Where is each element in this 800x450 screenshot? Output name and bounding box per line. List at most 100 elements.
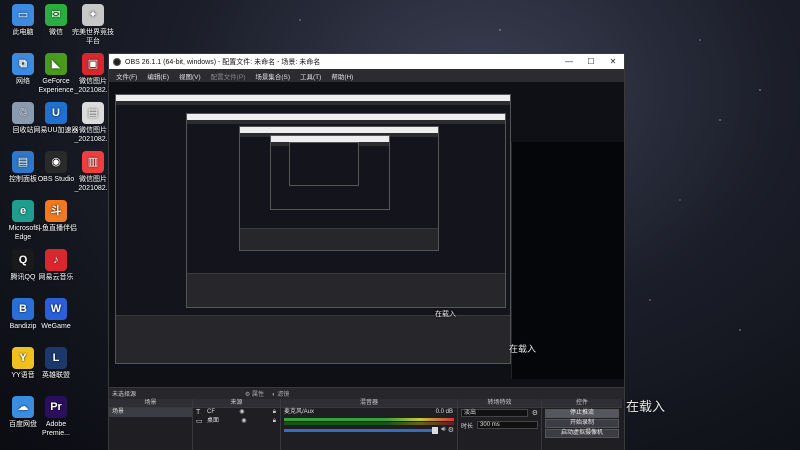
display-source-icon: ▭ <box>196 418 203 425</box>
app-icon: ▭ <box>12 4 34 26</box>
nested-capture-2 <box>186 113 506 308</box>
app-icon: B <box>12 298 34 320</box>
speaker-icon[interactable]: 🔊︎ <box>441 426 445 434</box>
mixer-header: 混音器 <box>281 399 457 408</box>
nested-capture-1 <box>115 94 511 364</box>
app-icon: L <box>45 347 67 369</box>
menu-profile[interactable]: 配置文件(P) <box>206 71 251 81</box>
mixer-settings-gear-icon[interactable]: ⚙ <box>448 426 454 434</box>
nested-capture-4 <box>270 135 390 210</box>
app-icon: ◉ <box>45 151 67 173</box>
lock-icon[interactable]: 🔒︎ <box>273 417 276 426</box>
minimize-button[interactable]: — <box>558 57 580 66</box>
source-toolbar: 未选择源 ⚙ 属性 ◐ 滤镜 <box>109 387 624 399</box>
app-icon: Y <box>12 347 34 369</box>
audio-meter <box>284 422 454 425</box>
obs-titlebar[interactable]: OBS 26.1.1 (64-bit, windows) - 配置文件: 未命名… <box>109 54 624 69</box>
maximize-button[interactable]: ☐ <box>580 57 602 66</box>
loading-text-1: 在载入 <box>626 399 666 414</box>
menu-file[interactable]: 文件(F) <box>111 71 142 81</box>
desktop-icon[interactable]: L 英雄联盟 <box>33 347 79 380</box>
controls-dock: 控件 停止推流 开始录制 启动虚拟摄像机 <box>542 399 622 450</box>
scene-item[interactable]: 场景 <box>109 408 192 417</box>
visibility-eye-icon[interactable]: ◉ <box>241 417 246 426</box>
desktop-icon[interactable]: ♪ 网易云音乐 <box>33 249 79 282</box>
menu-view[interactable]: 视图(V) <box>174 71 206 81</box>
filters-button[interactable]: ◐ 滤镜 <box>272 389 289 398</box>
nested-capture-3 <box>239 126 439 251</box>
app-icon: ◣ <box>45 53 67 75</box>
desktop-icon-label: Adobe Premie... <box>41 421 70 437</box>
properties-button[interactable]: ⚙ 属性 <box>245 389 264 398</box>
loading-text-3: 在载入 <box>435 311 456 318</box>
start-virtual-camera-button[interactable]: 启动虚拟摄像机 <box>545 429 619 438</box>
app-icon: ⧉ <box>12 53 34 75</box>
app-icon: ✉ <box>45 4 67 26</box>
lock-icon[interactable]: 🔒︎ <box>273 408 276 417</box>
duration-input[interactable]: 300 ms <box>477 421 538 429</box>
desktop-icon-label: 斗鱼直播伴侣 <box>35 225 77 232</box>
mixer-dock: 混音器 麦克风/Aux 0.0 dB 🔊︎ ⚙ <box>281 399 458 450</box>
no-source-label: 未选择源 <box>112 392 137 398</box>
source-name: CF <box>207 409 215 415</box>
sources-dock: 来源 T CF ◉ 🔒︎ ▭ 桌面 ◉ 🔒︎ <box>193 399 281 450</box>
desktop-icon[interactable]: ✦ 完美世界竞技平台 <box>70 4 116 46</box>
desktop-icon[interactable]: Pr Adobe Premie... <box>33 396 79 438</box>
transitions-dock: 转场特效 淡出 ⚙ 时长 300 ms <box>458 399 542 450</box>
app-icon: Pr <box>45 396 67 418</box>
app-icon: 斗 <box>45 200 67 222</box>
scene-item-label: 场景 <box>112 409 125 415</box>
app-icon: W <box>45 298 67 320</box>
mixer-track-row: 麦克风/Aux 0.0 dB <box>281 408 457 417</box>
stop-streaming-button[interactable]: 停止推流 <box>545 409 619 418</box>
mixer-track-name: 麦克风/Aux <box>284 409 315 415</box>
desktop-icon[interactable]: W WeGame <box>33 298 79 331</box>
transition-select[interactable]: 淡出 <box>461 409 528 417</box>
close-button[interactable]: ✕ <box>602 57 624 66</box>
app-icon: U <box>45 102 67 124</box>
audio-meter <box>284 418 454 421</box>
duration-label: 时长 <box>461 423 474 430</box>
menu-help[interactable]: 帮助(H) <box>326 71 358 81</box>
volume-slider[interactable] <box>284 426 439 434</box>
menu-edit[interactable]: 编辑(E) <box>142 71 174 81</box>
mixer-db: 0.0 dB <box>435 409 453 415</box>
menu-tools[interactable]: 工具(T) <box>295 71 326 81</box>
scenes-header: 场景 <box>109 399 192 408</box>
menu-scene-collection[interactable]: 场景集合(S) <box>250 71 295 81</box>
app-icon: ☁ <box>12 396 34 418</box>
window-title: OBS 26.1.1 (64-bit, windows) - 配置文件: 未命名… <box>125 58 321 66</box>
docks-area: 场景 场景 来源 T CF ◉ 🔒︎ ▭ 桌面 ◉ 🔒︎ 混音器 麦克风/Aux… <box>109 399 624 450</box>
loading-text-2: 在载入 <box>509 344 537 354</box>
scenes-dock: 场景 场景 <box>109 399 193 450</box>
menu-bar: 文件(F) 编辑(E) 视图(V) 配置文件(P) 场景集合(S) 工具(T) … <box>109 69 624 82</box>
source-item-display[interactable]: ▭ 桌面 ◉ 🔒︎ <box>193 417 280 426</box>
app-icon: ▤ <box>82 102 104 124</box>
app-icon: Q <box>12 249 34 271</box>
controls-header: 控件 <box>542 399 622 408</box>
source-item-text[interactable]: T CF ◉ 🔒︎ <box>193 408 280 417</box>
text-source-icon: T <box>196 409 201 416</box>
desktop-icon-label: WeGame <box>41 323 71 330</box>
desktop-icon-label: 英雄联盟 <box>42 372 70 379</box>
app-icon: ▣ <box>82 53 104 75</box>
filters-label: 滤镜 <box>277 392 290 398</box>
app-icon: ♪ <box>45 249 67 271</box>
app-icon: ▤ <box>12 151 34 173</box>
sources-header: 来源 <box>193 399 280 408</box>
transition-type-row: 淡出 ⚙ <box>458 408 541 418</box>
app-icon: ✦ <box>82 4 104 26</box>
properties-label: 属性 <box>251 392 264 398</box>
desktop-icon[interactable]: 斗斗鱼直播伴侣 <box>33 200 79 233</box>
desktop-icon-label: 网易云音乐 <box>38 274 74 281</box>
transitions-header: 转场特效 <box>458 399 541 408</box>
obs-window: OBS 26.1.1 (64-bit, windows) - 配置文件: 未命名… <box>108 53 625 450</box>
transition-settings-gear-icon[interactable]: ⚙ <box>532 409 538 417</box>
app-icon: ▥ <box>82 151 104 173</box>
visibility-eye-icon[interactable]: ◉ <box>239 408 244 417</box>
desktop-icon-label: 完美世界竞技平台 <box>72 29 114 45</box>
start-recording-button[interactable]: 开始录制 <box>545 419 619 428</box>
nested-capture-5 <box>289 142 359 186</box>
source-name: 桌面 <box>207 418 220 424</box>
app-icon: e <box>12 200 34 222</box>
